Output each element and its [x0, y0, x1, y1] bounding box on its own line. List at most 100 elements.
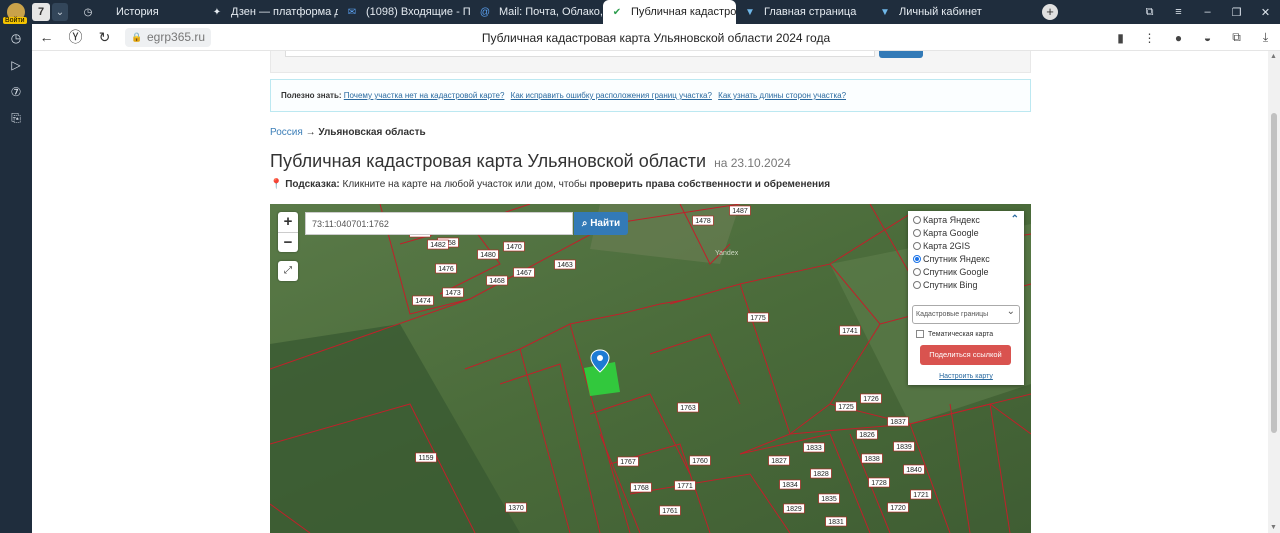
- overlay-select[interactable]: Кадастровые границы: [912, 305, 1020, 324]
- parcel-label[interactable]: 1463: [554, 259, 576, 270]
- tab-mailru[interactable]: @ Mail: Почта, Облако, Кале: [471, 0, 603, 24]
- url-field[interactable]: 🔒 egrp365.ru: [125, 27, 212, 47]
- collections-icon[interactable]: ⧉: [1135, 6, 1164, 19]
- tip-link-fix-boundaries[interactable]: Как исправить ошибку расположения границ…: [511, 91, 712, 100]
- profile-button[interactable]: Войти: [0, 0, 32, 24]
- parcel-label[interactable]: 1828: [810, 468, 832, 479]
- parcel-label[interactable]: 1826: [856, 429, 878, 440]
- parcel-label[interactable]: 1470: [503, 241, 525, 252]
- thematic-checkbox[interactable]: Тематическая карта: [916, 330, 993, 338]
- parcel-label[interactable]: 1473: [442, 287, 464, 298]
- history-icon[interactable]: ◷: [0, 24, 32, 51]
- configure-map-link[interactable]: Настроить карту: [908, 373, 1024, 380]
- parcel-label[interactable]: 1467: [513, 267, 535, 278]
- tab-inbox[interactable]: ✉ (1098) Входящие - Почта: [338, 0, 471, 24]
- top-search-button[interactable]: [879, 51, 923, 58]
- scrollbar-thumb[interactable]: [1271, 113, 1277, 433]
- parcel-label[interactable]: 1763: [677, 402, 699, 413]
- more-icon[interactable]: ⋮: [1135, 31, 1164, 45]
- parcel-label[interactable]: 1726: [860, 393, 882, 404]
- find-button[interactable]: ⌕ Найти: [574, 212, 628, 235]
- parcel-label[interactable]: 1831: [825, 516, 847, 527]
- minimize-icon[interactable]: –: [1193, 6, 1222, 18]
- parcel-label[interactable]: 1767: [617, 456, 639, 467]
- scroll-up-icon[interactable]: ▲: [1270, 53, 1277, 60]
- parcel-label[interactable]: 1829: [783, 503, 805, 514]
- seven-icon[interactable]: ⑦: [0, 78, 32, 105]
- layer-option-yandex-satellite[interactable]: Спутник Яндекс: [913, 254, 990, 264]
- menu-icon[interactable]: ≡: [1164, 6, 1193, 18]
- layer-option-yandex-map[interactable]: Карта Яндекс: [913, 215, 980, 225]
- translate-icon[interactable]: ⧉: [1222, 30, 1251, 45]
- page-scrollbar[interactable]: ▲ ▼: [1268, 51, 1280, 533]
- play-icon[interactable]: ▷: [0, 51, 32, 78]
- radio-icon[interactable]: [913, 229, 921, 237]
- layer-option-2gis-map[interactable]: Карта 2GIS: [913, 241, 970, 251]
- parcel-label[interactable]: 1370: [505, 502, 527, 513]
- restore-icon[interactable]: ❐: [1222, 6, 1251, 19]
- checkbox-icon[interactable]: [916, 330, 924, 338]
- radio-icon[interactable]: [913, 281, 921, 289]
- chevron-down-icon[interactable]: ⌄: [52, 3, 68, 21]
- tab-home[interactable]: ▼ Главная страница: [736, 0, 871, 24]
- radio-icon[interactable]: [913, 268, 921, 276]
- close-window-icon[interactable]: ✕: [1251, 6, 1280, 19]
- parcel-label[interactable]: 1838: [861, 453, 883, 464]
- parcel-label[interactable]: 1761: [659, 505, 681, 516]
- parcel-label[interactable]: 1840: [903, 464, 925, 475]
- parcel-label[interactable]: 1834: [779, 479, 801, 490]
- parcel-label[interactable]: 1827: [768, 455, 790, 466]
- layer-option-google-satellite[interactable]: Спутник Google: [913, 267, 988, 277]
- parcel-label[interactable]: 1487: [729, 205, 751, 216]
- parcel-label[interactable]: 1482: [427, 239, 449, 250]
- tab-group[interactable]: 7 ⌄: [32, 2, 74, 22]
- parcel-label[interactable]: 1159: [415, 452, 437, 463]
- tab-cadastral[interactable]: ✔ Публичная кадастрова ✕: [603, 0, 736, 24]
- parcel-label[interactable]: 1768: [630, 482, 652, 493]
- parcel-label[interactable]: 1725: [835, 401, 857, 412]
- parcel-label[interactable]: 1721: [910, 489, 932, 500]
- parcel-label[interactable]: 1833: [803, 442, 825, 453]
- reload-icon[interactable]: ↻: [90, 29, 119, 46]
- parcel-label[interactable]: 1476: [435, 263, 457, 274]
- radio-selected-icon[interactable]: [913, 255, 921, 263]
- bookmark-icon[interactable]: ▮: [1106, 31, 1135, 45]
- breadcrumb-russia[interactable]: Россия: [270, 127, 303, 138]
- parcel-label[interactable]: 1474: [412, 295, 434, 306]
- layer-option-google-map[interactable]: Карта Google: [913, 228, 979, 238]
- parcel-label[interactable]: 1835: [818, 493, 840, 504]
- screenshot-icon[interactable]: ⎘: [0, 105, 32, 132]
- chevron-up-icon[interactable]: ⌃: [1011, 214, 1019, 225]
- parcel-label[interactable]: 1728: [868, 477, 890, 488]
- tab-zen[interactable]: ✦ Дзен — платформа для с: [203, 0, 338, 24]
- parcel-label[interactable]: 1775: [747, 312, 769, 323]
- cadastral-map[interactable]: Yandex 146214581480148214701476147314741…: [270, 204, 1031, 533]
- tip-link-side-lengths[interactable]: Как узнать длины сторон участка?: [718, 91, 846, 100]
- back-icon[interactable]: ←: [32, 29, 61, 45]
- tab-history[interactable]: ◷ История: [74, 0, 203, 24]
- radio-icon[interactable]: [913, 216, 921, 224]
- yandex-icon[interactable]: Ⓨ: [61, 27, 90, 47]
- tip-link-missing-parcel[interactable]: Почему участка нет на кадастровой карте?: [344, 91, 505, 100]
- tab-account[interactable]: ▼ Личный кабинет: [871, 0, 1004, 24]
- parcel-label[interactable]: 1478: [692, 215, 714, 226]
- parcel-label[interactable]: 1720: [887, 502, 909, 513]
- parcel-label[interactable]: 1837: [887, 416, 909, 427]
- fullscreen-button[interactable]: ⤢: [278, 261, 298, 281]
- zoom-in-button[interactable]: +: [278, 212, 298, 232]
- new-tab-button[interactable]: +: [1042, 4, 1058, 20]
- zoom-out-button[interactable]: −: [278, 232, 298, 252]
- layer-option-bing-satellite[interactable]: Спутник Bing: [913, 280, 977, 290]
- top-search-input[interactable]: [285, 51, 875, 57]
- download-icon[interactable]: ⤓: [1251, 30, 1280, 45]
- share-link-button[interactable]: Поделиться ссылкой: [920, 345, 1011, 365]
- parcel-label[interactable]: 1480: [477, 249, 499, 260]
- cadastral-search-input[interactable]: 73:11:040701:1762: [305, 212, 573, 235]
- extension-icon[interactable]: ●: [1164, 31, 1193, 45]
- parcel-label[interactable]: 1771: [674, 480, 696, 491]
- parcel-label[interactable]: 1839: [893, 441, 915, 452]
- radio-icon[interactable]: [913, 242, 921, 250]
- parcel-label[interactable]: 1760: [689, 455, 711, 466]
- scroll-down-icon[interactable]: ▼: [1270, 524, 1277, 531]
- parcel-label[interactable]: 1741: [839, 325, 861, 336]
